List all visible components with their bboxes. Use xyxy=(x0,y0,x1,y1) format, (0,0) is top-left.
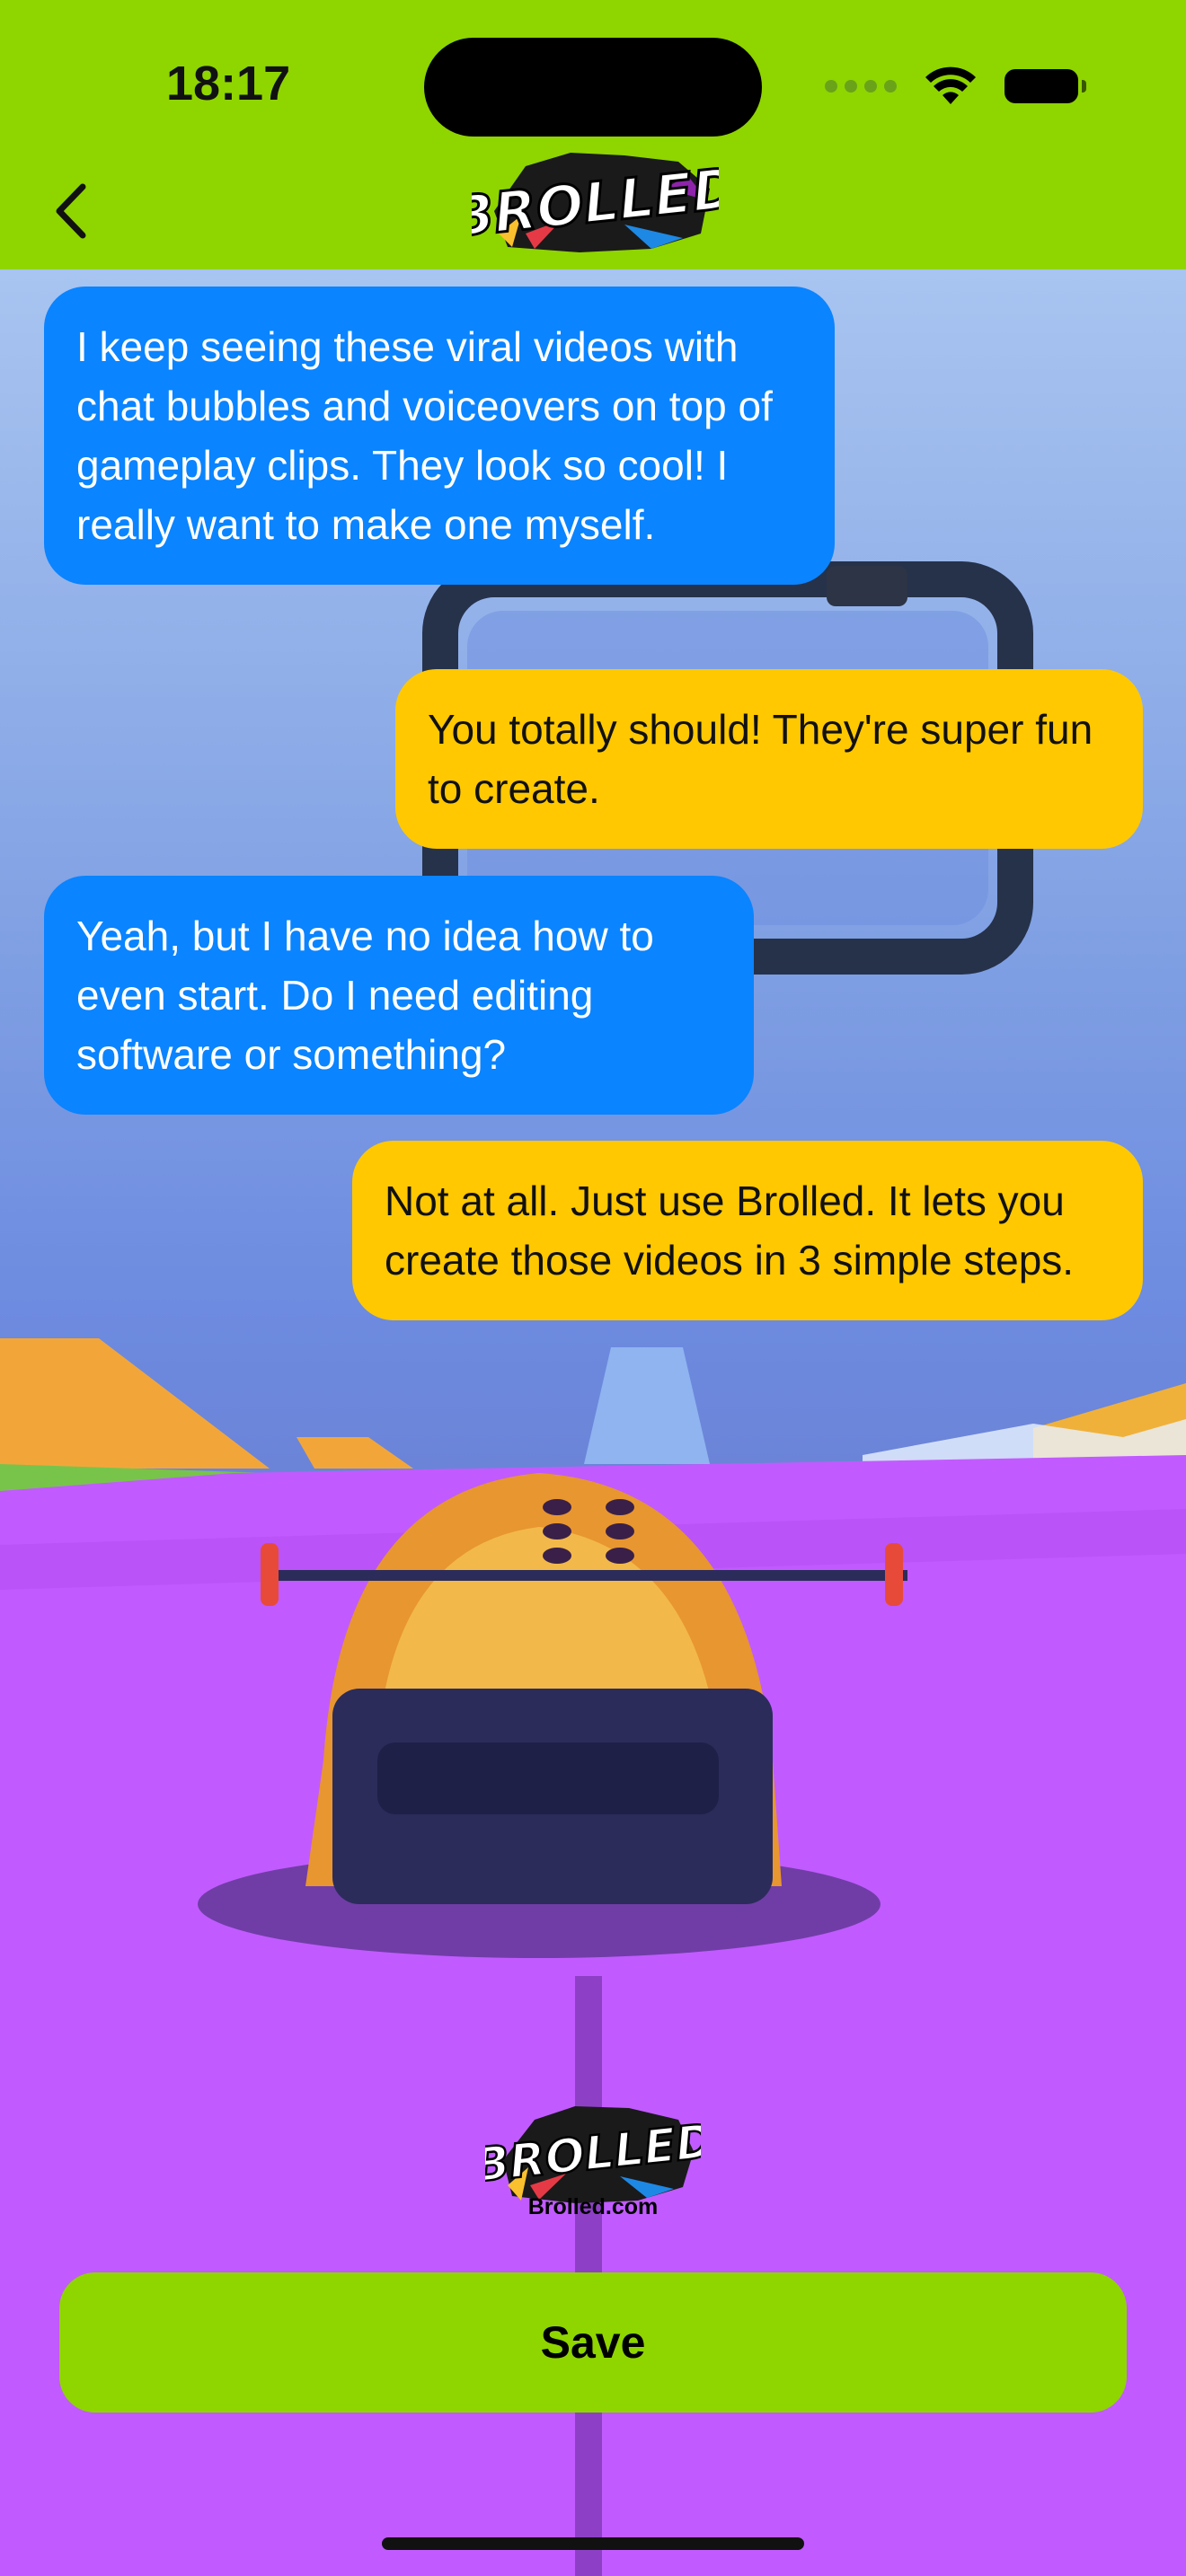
watermark-url: Brolled.com xyxy=(527,2194,659,2219)
back-button[interactable] xyxy=(47,180,101,243)
save-button[interactable]: Save xyxy=(59,2272,1127,2413)
battery-icon xyxy=(1005,69,1086,103)
gameplay-scene xyxy=(0,561,1186,2576)
status-icons xyxy=(825,66,1086,106)
chat-bubble-outgoing[interactable]: You totally should! They're super fun to… xyxy=(395,669,1143,849)
status-time: 18:17 xyxy=(166,57,291,110)
chevron-left-icon xyxy=(56,183,86,239)
chat-bubble-outgoing[interactable]: Not at all. Just use Brolled. It lets yo… xyxy=(352,1141,1143,1320)
signal-icon xyxy=(825,80,897,93)
dynamic-island xyxy=(424,38,762,137)
home-indicator xyxy=(382,2537,804,2550)
wifi-icon xyxy=(925,66,976,104)
chat-bubble-incoming[interactable]: Yeah, but I have no idea how to even sta… xyxy=(44,876,754,1115)
chat-bubble-incoming[interactable]: I keep seeing these viral videos with ch… xyxy=(44,287,835,585)
gameplay-background xyxy=(0,269,1186,2576)
brolled-logo: BROLLED xyxy=(472,153,719,252)
app-header: 18:17 BROLLED xyxy=(0,0,1186,269)
